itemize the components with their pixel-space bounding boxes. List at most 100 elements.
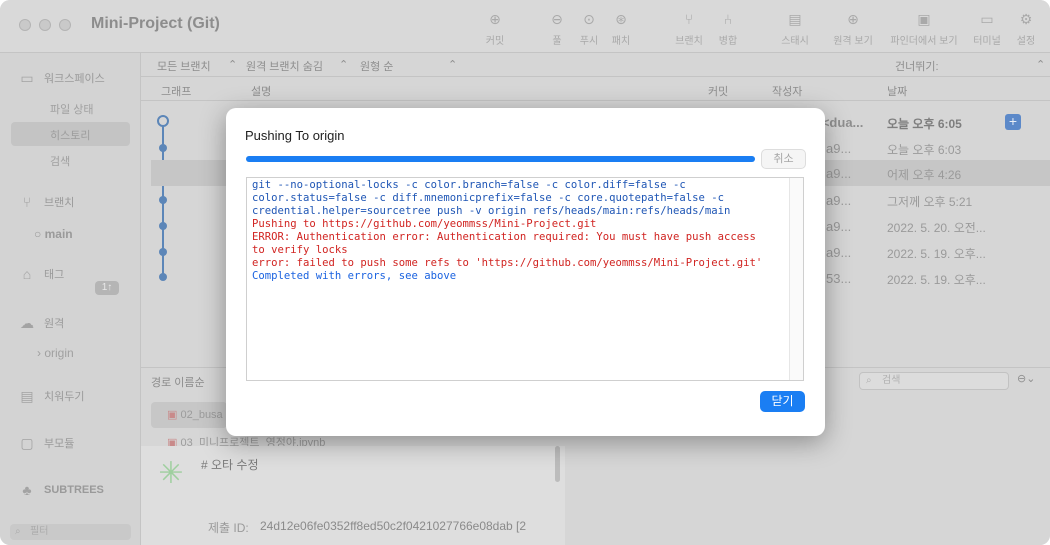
push-icon: ⊙	[583, 11, 595, 27]
fetch-label: 패치	[611, 36, 631, 47]
close-window-button[interactable]	[19, 19, 31, 31]
commit-button[interactable]: ⊕ 커밋	[478, 10, 512, 50]
sidebar-item-file-status[interactable]: 파일 상태	[50, 101, 94, 117]
branch-icon: ⑂	[22, 194, 32, 210]
push-label: 푸시	[579, 36, 599, 47]
scrollbar[interactable]	[555, 446, 560, 482]
commit-summary: ✳ # 오타 수정 제출 ID: 24d12e06fe0352ff8ed50c2…	[141, 446, 565, 545]
zoom-window-button[interactable]	[59, 19, 71, 31]
log-line: error: failed to push some refs to 'http…	[252, 257, 763, 269]
commit-date: 2022. 5. 19. 오후...	[887, 247, 986, 261]
app-window: Mini-Project (Git) ⊕ 커밋 ⊖ 풀 ⊙ 푸시 ⊛ 패치 ⑂ …	[0, 0, 1050, 545]
merge-label: 병합	[718, 36, 738, 47]
commit-author: a9...	[826, 219, 852, 234]
merge-icon: ⑃	[723, 11, 733, 27]
commit-date: 오늘 오후 6:03	[887, 143, 962, 157]
sidebar-section-subtrees[interactable]: ♣ SUBTREES	[18, 482, 104, 498]
history-filter-bar: 모든 브랜치 ⌃ 원격 브랜치 숨김 ⌃ 원형 순 ⌃ 건너뛰기: ⌃	[141, 53, 1050, 77]
filter-placeholder: 필터	[30, 526, 49, 537]
fetch-button[interactable]: ⊛ 패치	[607, 10, 635, 50]
show-in-finder-label: 파인더에서 보기	[890, 36, 958, 47]
sidebar-section-workspace: ▭ 워크스페이스	[18, 70, 105, 86]
commit-id-label: 제출 ID:	[208, 521, 249, 535]
show-remote-button[interactable]: ⊕ 원격 보기	[829, 10, 877, 50]
sidebar-item-search[interactable]: 검색	[50, 153, 70, 169]
diff-search-input[interactable]: ⌕ 검색	[859, 372, 1009, 390]
sidebar-section-label: 브랜치	[44, 197, 75, 209]
sidebar: ▭ 워크스페이스 파일 상태 히스토리 검색 ⑂ 브랜치 ○ main 1↑ ⌂…	[0, 53, 141, 545]
add-button[interactable]: +	[1005, 114, 1021, 130]
sidebar-item-remote-origin[interactable]: › origin	[37, 346, 74, 360]
dropdown-chevron-icon: ⌃	[448, 59, 458, 71]
settings-button[interactable]: ⚙ 설정	[1012, 10, 1040, 50]
stash-icon: ▤	[788, 11, 802, 27]
log-line: Completed with errors, see above	[252, 270, 457, 282]
sidebar-section-submodules[interactable]: ▢ 부모듈	[18, 435, 74, 451]
order-dropdown[interactable]: 원형 순	[360, 58, 393, 74]
push-button[interactable]: ⊙ 푸시	[575, 10, 603, 50]
search-icon: ⌕	[866, 375, 872, 386]
terminal-button[interactable]: ▭ 터미널	[968, 10, 1006, 50]
sidebar-section-label: 부모듈	[44, 438, 75, 450]
commit-date: 오늘 오후 6:05	[887, 117, 962, 131]
commit-graph-head-node	[157, 115, 169, 127]
commit-author: a9...	[826, 166, 852, 181]
show-in-finder-button[interactable]: ▣ 파인더에서 보기	[884, 10, 964, 50]
search-icon: ⌕	[15, 526, 21, 537]
branch-label: 브랜치	[675, 36, 703, 47]
sidebar-filter-input[interactable]: ⌕ 필터	[10, 524, 131, 540]
file-row[interactable]: ▣ 02_busa	[167, 408, 223, 421]
file-name: 02_busa	[180, 409, 223, 421]
commit-graph-node	[159, 273, 167, 281]
commit-date: 2022. 5. 20. 오전...	[887, 221, 986, 235]
column-description[interactable]: 설명	[251, 83, 271, 99]
commit-id-value: 24d12e06fe0352ff8ed50c2f0421027766e08dab…	[260, 519, 527, 533]
commit-date: 2022. 5. 19. 오후...	[887, 273, 986, 287]
sidebar-section-branches[interactable]: ⑂ 브랜치	[18, 194, 75, 210]
dialog-title: Pushing To origin	[245, 128, 345, 143]
branch-button[interactable]: ⑂ 브랜치	[671, 10, 707, 50]
sidebar-item-history[interactable]: 히스토리	[50, 127, 90, 143]
stash-button[interactable]: ▤ 스태시	[776, 10, 814, 50]
sidebar-section-label: SUBTREES	[44, 484, 104, 496]
current-branch-dot-icon: ○	[34, 227, 42, 241]
commit-author: a9...	[826, 141, 852, 156]
pull-button[interactable]: ⊖ 풀	[544, 10, 570, 50]
sidebar-section-tags[interactable]: ⌂ 태그	[18, 266, 64, 282]
sidebar-section-label: 워크스페이스	[44, 73, 105, 85]
column-author[interactable]: 작성자	[772, 83, 802, 99]
sidebar-section-label: 원격	[44, 318, 65, 330]
sidebar-item-main-branch[interactable]: ○ main	[34, 227, 73, 241]
log-line: color.status=false -c diff.mnemonicprefi…	[252, 192, 724, 204]
progress-bar-fill	[246, 156, 755, 162]
cancel-button[interactable]: 취소	[761, 149, 806, 169]
sidebar-section-label: 치워두기	[44, 391, 85, 403]
settings-label: 설정	[1016, 36, 1036, 47]
log-line: credential.helper=sourcetree push -v ori…	[252, 205, 731, 217]
log-line: git --no-optional-locks -c color.branch=…	[252, 179, 686, 191]
commit-date: 어제 오후 4:26	[887, 168, 962, 182]
monitor-icon: ▭	[20, 70, 34, 86]
more-options-icon[interactable]: ⊖⌄	[1017, 372, 1035, 385]
sidebar-section-label: 태그	[44, 269, 65, 281]
sidebar-section-remotes[interactable]: ☁ 원격	[18, 315, 64, 331]
terminal-icon: ▭	[980, 11, 994, 27]
sidebar-section-stashes[interactable]: ▤ 치워두기	[18, 388, 84, 404]
column-commit[interactable]: 커밋	[708, 83, 728, 99]
hide-remote-dropdown[interactable]: 원격 브랜치 숨김	[246, 58, 323, 74]
column-date[interactable]: 날짜	[887, 83, 907, 99]
merge-button[interactable]: ⑃ 병합	[712, 10, 744, 50]
minimize-window-button[interactable]	[39, 19, 51, 31]
log-scrollbar[interactable]	[789, 178, 803, 380]
dropdown-chevron-icon: ⌃	[1036, 59, 1046, 71]
branch-name: main	[44, 227, 73, 241]
close-button[interactable]: 닫기	[760, 391, 805, 412]
commit-author: 53...	[826, 271, 852, 286]
jump-to-label[interactable]: 건너뛰기:	[895, 58, 939, 74]
pull-icon: ⊖	[551, 11, 563, 27]
column-graph[interactable]: 그래프	[161, 83, 191, 99]
path-sort-dropdown[interactable]: 경로 이름순	[151, 374, 205, 390]
modified-file-icon: ▣	[167, 409, 178, 421]
pull-label: 풀	[552, 36, 562, 47]
all-branches-dropdown[interactable]: 모든 브랜치	[157, 58, 211, 74]
